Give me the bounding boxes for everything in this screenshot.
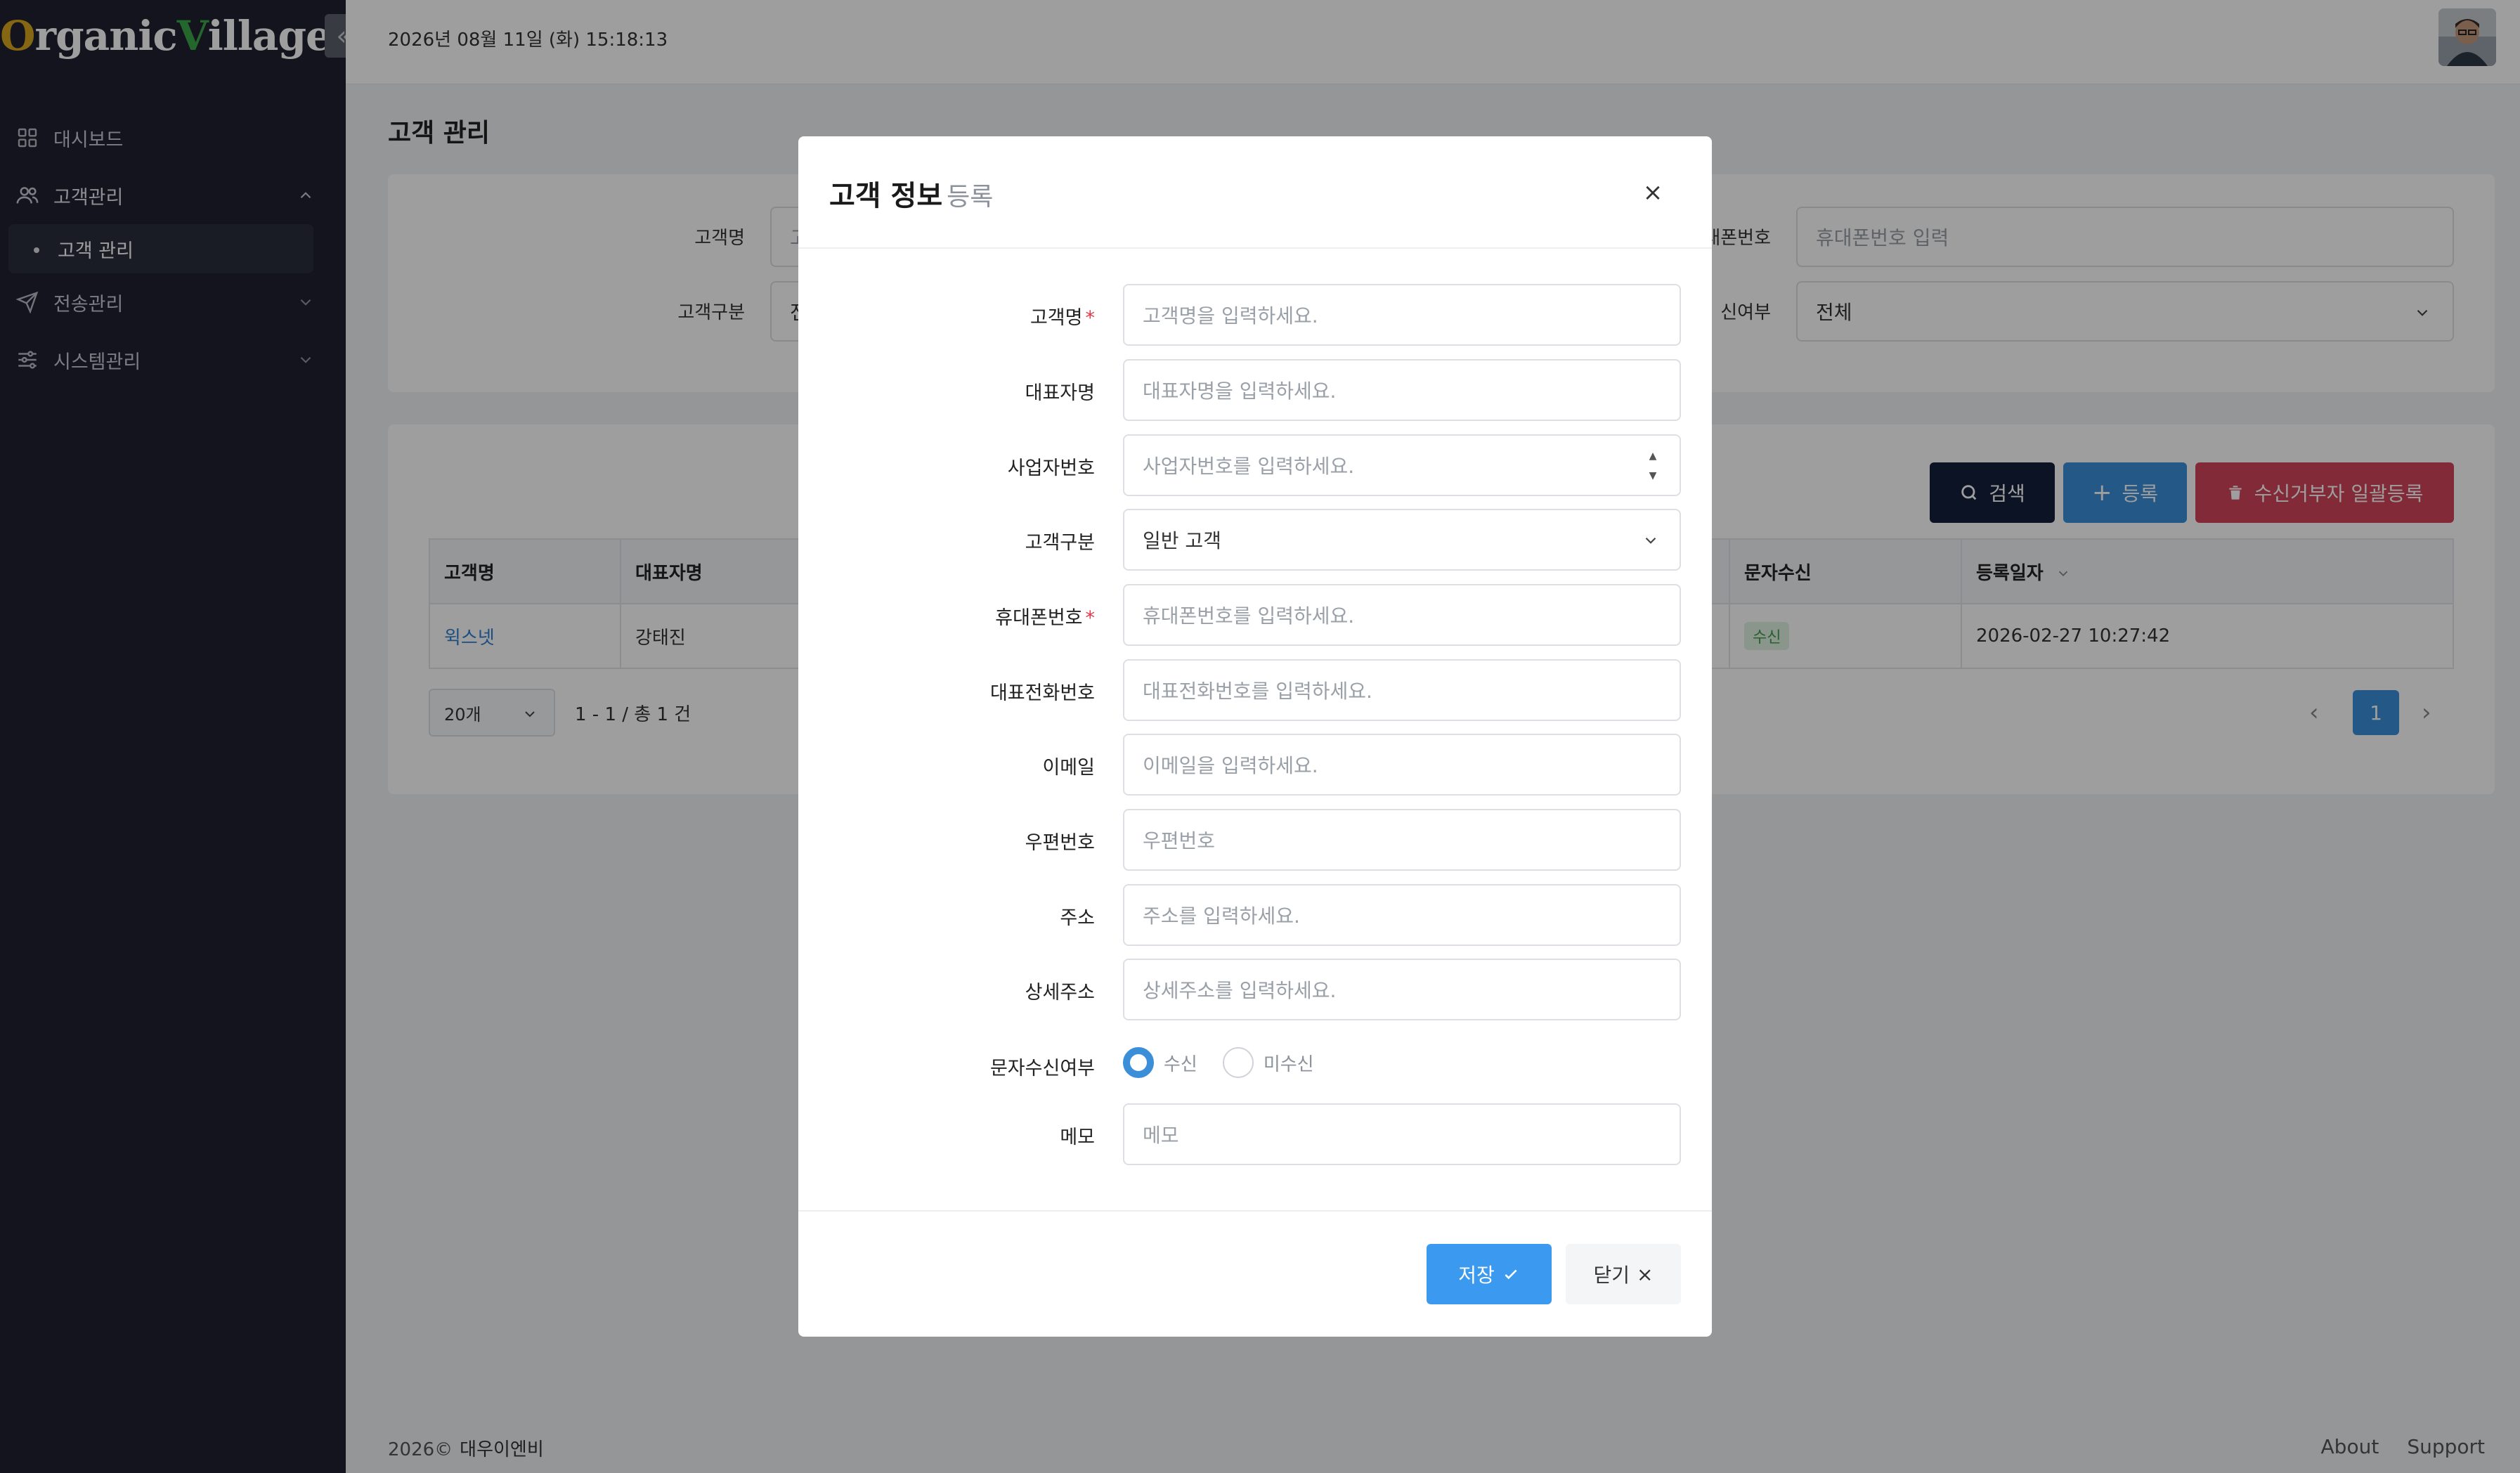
field-label: 휴대폰번호 * bbox=[995, 602, 1095, 630]
field-label: 대표자명 bbox=[1025, 382, 1095, 404]
field-row-email: 이메일 이메일을 입력하세요. bbox=[798, 734, 1712, 796]
input-placeholder: 휴대폰번호를 입력하세요. bbox=[1143, 604, 1355, 628]
address-input[interactable]: 주소를 입력하세요. bbox=[1123, 884, 1681, 946]
radio-label-on[interactable]: 수신 bbox=[1164, 1050, 1197, 1076]
input-placeholder: 대표자명을 입력하세요. bbox=[1143, 379, 1337, 403]
customer-register-modal: 고객 정보 등록 × 고객명 * 고객명을 입력하세요. 대표자명 대표자명을 입력… bbox=[798, 136, 1712, 1337]
field-label: 우편번호 bbox=[1025, 832, 1095, 854]
field-label: 사업자번호 bbox=[1007, 458, 1095, 479]
modal-title: 고객 정보 등록 bbox=[829, 173, 993, 214]
customer-type-select[interactable]: 일반 고객 bbox=[1123, 509, 1681, 571]
input-placeholder: 이메일을 입력하세요. bbox=[1143, 754, 1318, 777]
input-placeholder: 주소를 입력하세요. bbox=[1143, 904, 1300, 928]
caret-down-icon[interactable]: ▼ bbox=[1649, 471, 1657, 481]
field-label: 메모 bbox=[1060, 1127, 1095, 1148]
input-placeholder: 상세주소를 입력하세요. bbox=[1143, 979, 1337, 1002]
close-icon: × bbox=[1637, 1262, 1654, 1286]
close-icon: × bbox=[1642, 179, 1663, 207]
field-row-name: 고객명 * 고객명을 입력하세요. bbox=[798, 284, 1712, 346]
mobile-phone-input[interactable]: 휴대폰번호를 입력하세요. bbox=[1123, 584, 1681, 646]
modal-subtitle: 등록 bbox=[947, 183, 994, 212]
field-row-addr2: 상세주소 상세주소를 입력하세요. bbox=[798, 959, 1712, 1020]
save-button-label: 저장 bbox=[1458, 1264, 1495, 1287]
required-mark: * bbox=[1085, 607, 1096, 629]
number-stepper[interactable]: ▲ ▼ bbox=[1646, 451, 1660, 481]
main-phone-input[interactable]: 대표전화번호를 입력하세요. bbox=[1123, 659, 1681, 721]
zipcode-input[interactable]: 우편번호 bbox=[1123, 809, 1681, 871]
check-icon bbox=[1505, 1269, 1517, 1280]
select-value: 일반 고객 bbox=[1143, 529, 1221, 552]
caret-up-icon[interactable]: ▲ bbox=[1649, 451, 1657, 461]
input-placeholder: 대표전화번호를 입력하세요. bbox=[1143, 680, 1372, 703]
sms-radio-off[interactable] bbox=[1222, 1047, 1254, 1078]
representative-input[interactable]: 대표자명을 입력하세요. bbox=[1123, 359, 1681, 421]
input-placeholder: 우편번호 bbox=[1143, 829, 1216, 852]
input-placeholder: 고객명을 입력하세요. bbox=[1143, 304, 1318, 327]
sms-radio-group: 수신 미수신 bbox=[1123, 1047, 1339, 1078]
save-button[interactable]: 저장 bbox=[1427, 1244, 1552, 1304]
field-label: 문자수신여부 bbox=[989, 1058, 1095, 1079]
close-button[interactable]: 닫기 × bbox=[1566, 1244, 1681, 1304]
input-placeholder: 메모 bbox=[1143, 1124, 1179, 1147]
field-row-biz: 사업자번호 사업자번호를 입력하세요. ▲ ▼ bbox=[798, 434, 1712, 496]
close-button-label: 닫기 bbox=[1593, 1264, 1630, 1287]
field-label-text: 휴대폰번호 bbox=[995, 607, 1083, 629]
modal-close-button[interactable]: × bbox=[1639, 179, 1667, 207]
modal-title-text: 고객 정보 bbox=[829, 180, 943, 212]
chevron-down-icon bbox=[1645, 537, 1656, 544]
field-label: 상세주소 bbox=[1025, 982, 1095, 1004]
modal-header: 고객 정보 등록 × bbox=[798, 136, 1712, 249]
field-label: 주소 bbox=[1060, 907, 1095, 929]
field-row-memo: 메모 메모 bbox=[798, 1103, 1712, 1165]
memo-input[interactable]: 메모 bbox=[1123, 1103, 1681, 1165]
field-label: 대표전화번호 bbox=[989, 682, 1095, 704]
field-label: 고객구분 bbox=[1025, 532, 1095, 554]
field-label-text: 고객명 bbox=[1030, 307, 1083, 329]
field-row-phone: 휴대폰번호 * 휴대폰번호를 입력하세요. bbox=[798, 584, 1712, 646]
field-row-addr: 주소 주소를 입력하세요. bbox=[798, 884, 1712, 946]
field-row-sms: 문자수신여부 수신 미수신 bbox=[798, 1034, 1712, 1096]
sms-radio-on[interactable] bbox=[1123, 1047, 1154, 1078]
input-placeholder: 사업자번호를 입력하세요. bbox=[1143, 455, 1355, 478]
field-row-rep: 대표자명 대표자명을 입력하세요. bbox=[798, 359, 1712, 421]
address-detail-input[interactable]: 상세주소를 입력하세요. bbox=[1123, 959, 1681, 1020]
field-row-type: 고객구분 일반 고객 bbox=[798, 509, 1712, 571]
radio-label-off[interactable]: 미수신 bbox=[1264, 1050, 1314, 1076]
email-input[interactable]: 이메일을 입력하세요. bbox=[1123, 734, 1681, 796]
field-label: 고객명 * bbox=[1030, 302, 1095, 330]
business-number-input[interactable]: 사업자번호를 입력하세요. ▲ ▼ bbox=[1123, 434, 1681, 496]
field-row-tel: 대표전화번호 대표전화번호를 입력하세요. bbox=[798, 659, 1712, 721]
field-label: 이메일 bbox=[1042, 757, 1095, 779]
required-mark: * bbox=[1085, 307, 1096, 329]
field-row-zip: 우편번호 우편번호 bbox=[798, 809, 1712, 871]
customer-name-input[interactable]: 고객명을 입력하세요. bbox=[1123, 284, 1681, 346]
